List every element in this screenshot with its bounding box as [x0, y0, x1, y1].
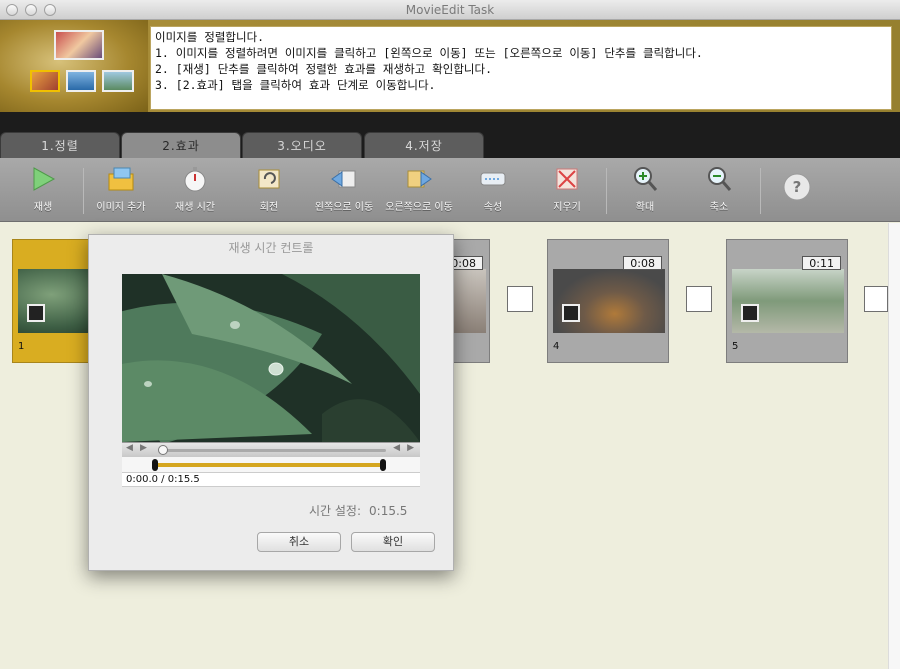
duration-label: 재생 시간	[175, 202, 215, 213]
rotate-button[interactable]: 회전	[234, 164, 304, 220]
delete-button[interactable]: 지우기	[532, 164, 602, 220]
instructions-panel: 이미지를 정렬합니다. 1. 이미지를 정렬하려면 이미지를 클릭하고 [왼쪽으…	[150, 26, 892, 110]
rotate-icon	[254, 164, 284, 194]
tab-audio[interactable]: 3.오디오	[242, 132, 362, 158]
video-preview	[122, 274, 420, 442]
instruction-line: 3. [2.효과] 탭을 클릭하여 효과 단계로 이동합니다.	[155, 78, 436, 92]
vertical-scrollbar[interactable]	[888, 223, 900, 669]
seek-track[interactable]	[162, 449, 386, 452]
zoom-in-icon	[630, 164, 660, 194]
move-right-label: 오른쪽으로 이동	[385, 202, 453, 213]
seek-knob[interactable]	[158, 445, 168, 455]
play-button[interactable]: 재생	[8, 164, 78, 220]
help-icon: ?	[782, 172, 812, 202]
rotate-label: 회전	[259, 202, 279, 213]
clip-duration: 0:08	[623, 256, 662, 270]
trim-slider[interactable]	[122, 457, 420, 473]
instruction-line: 1. 이미지를 정렬하려면 이미지를 클릭하고 [왼쪽으로 이동] 또는 [오른…	[155, 46, 703, 60]
play-preview-icon[interactable]: ▶︎	[140, 443, 147, 453]
delete-icon	[552, 164, 582, 194]
add-image-label: 이미지 추가	[96, 202, 146, 213]
playback-controls: ◀︎ ▶︎ ◀︎ ▶︎	[122, 442, 420, 457]
transition-slot[interactable]	[864, 286, 888, 312]
transition-slot[interactable]	[686, 286, 712, 312]
step-forward-icon[interactable]: ▶︎	[407, 443, 414, 453]
zoom-out-label: 축소	[709, 202, 729, 213]
clip-number: 4	[553, 341, 560, 352]
clip-number: 5	[732, 341, 739, 352]
zoom-out-icon	[704, 164, 734, 194]
step-back-icon[interactable]: ◀︎	[393, 443, 400, 453]
tab-save[interactable]: 4.저장	[364, 132, 484, 158]
video-clip-icon	[562, 304, 580, 322]
video-clip-icon	[27, 304, 45, 322]
duration-control-dialog: 재생 시간 컨트롤 ◀︎ ▶︎ ◀︎ ▶︎ 0:00.0 / 0:15.5 시간…	[88, 234, 454, 571]
properties-label: 속성	[483, 202, 503, 213]
play-icon	[28, 164, 58, 194]
window-title: MovieEdit Task	[405, 3, 495, 17]
video-clip-icon	[741, 304, 759, 322]
clip-image	[732, 269, 844, 333]
time-setting-value: 0:15.5	[369, 504, 408, 518]
move-left-icon	[329, 164, 359, 194]
time-setting: 시간 설정: 0:15.5	[309, 502, 407, 519]
duration-button[interactable]: 재생 시간	[160, 164, 230, 220]
move-left-button[interactable]: 왼쪽으로 이동	[306, 164, 382, 220]
dialog-title: 재생 시간 컨트롤	[228, 241, 314, 255]
clip-image	[553, 269, 665, 333]
instruction-line: 2. [재생] 단추를 클릭하여 정렬한 효과를 재생하고 확인합니다.	[155, 62, 493, 76]
time-setting-label: 시간 설정:	[309, 504, 362, 518]
toolbar: 재생 이미지 추가 재생 시간 회전 왼쪽으로 이동 오른쪽으로 이동 속성 지…	[0, 158, 900, 222]
app-logo	[0, 20, 148, 112]
zoom-out-button[interactable]: 축소	[684, 164, 754, 220]
svg-text:?: ?	[793, 178, 802, 196]
properties-icon	[478, 164, 508, 194]
delete-label: 지우기	[553, 202, 581, 213]
instruction-line: 이미지를 정렬합니다.	[155, 30, 265, 44]
trim-start-handle[interactable]	[152, 459, 158, 471]
window-titlebar: MovieEdit Task	[0, 0, 900, 20]
tab-effects[interactable]: 2.효과	[121, 132, 241, 158]
move-right-button[interactable]: 오른쪽으로 이동	[382, 164, 456, 220]
move-left-label: 왼쪽으로 이동	[314, 202, 374, 213]
move-right-icon	[404, 164, 434, 194]
play-label: 재생	[33, 202, 53, 213]
cancel-button[interactable]: 취소	[257, 532, 341, 552]
tab-strip: 1.정렬 2.효과 3.오디오 4.저장	[0, 112, 900, 158]
clip-thumbnail[interactable]: 0:11 5	[726, 239, 848, 363]
zoom-in-button[interactable]: 확대	[610, 164, 680, 220]
zoom-in-label: 확대	[635, 202, 655, 213]
ok-button[interactable]: 확인	[351, 532, 435, 552]
volume-icon[interactable]: ◀︎	[126, 443, 133, 453]
clip-number: 1	[18, 341, 25, 352]
help-button[interactable]: ?	[764, 164, 830, 220]
add-image-folder-icon	[106, 164, 136, 194]
stopwatch-icon	[180, 164, 210, 194]
clip-duration: 0:11	[802, 256, 841, 270]
header: 이미지를 정렬합니다. 1. 이미지를 정렬하려면 이미지를 클릭하고 [왼쪽으…	[0, 20, 900, 112]
clip-thumbnail[interactable]: 0:08 4	[547, 239, 669, 363]
trim-end-handle[interactable]	[380, 459, 386, 471]
transition-slot[interactable]	[507, 286, 533, 312]
properties-button[interactable]: 속성	[458, 164, 528, 220]
timecode-readout: 0:00.0 / 0:15.5	[122, 473, 420, 487]
add-image-button[interactable]: 이미지 추가	[86, 164, 156, 220]
tab-arrange[interactable]: 1.정렬	[0, 132, 120, 158]
trim-range	[155, 463, 386, 467]
